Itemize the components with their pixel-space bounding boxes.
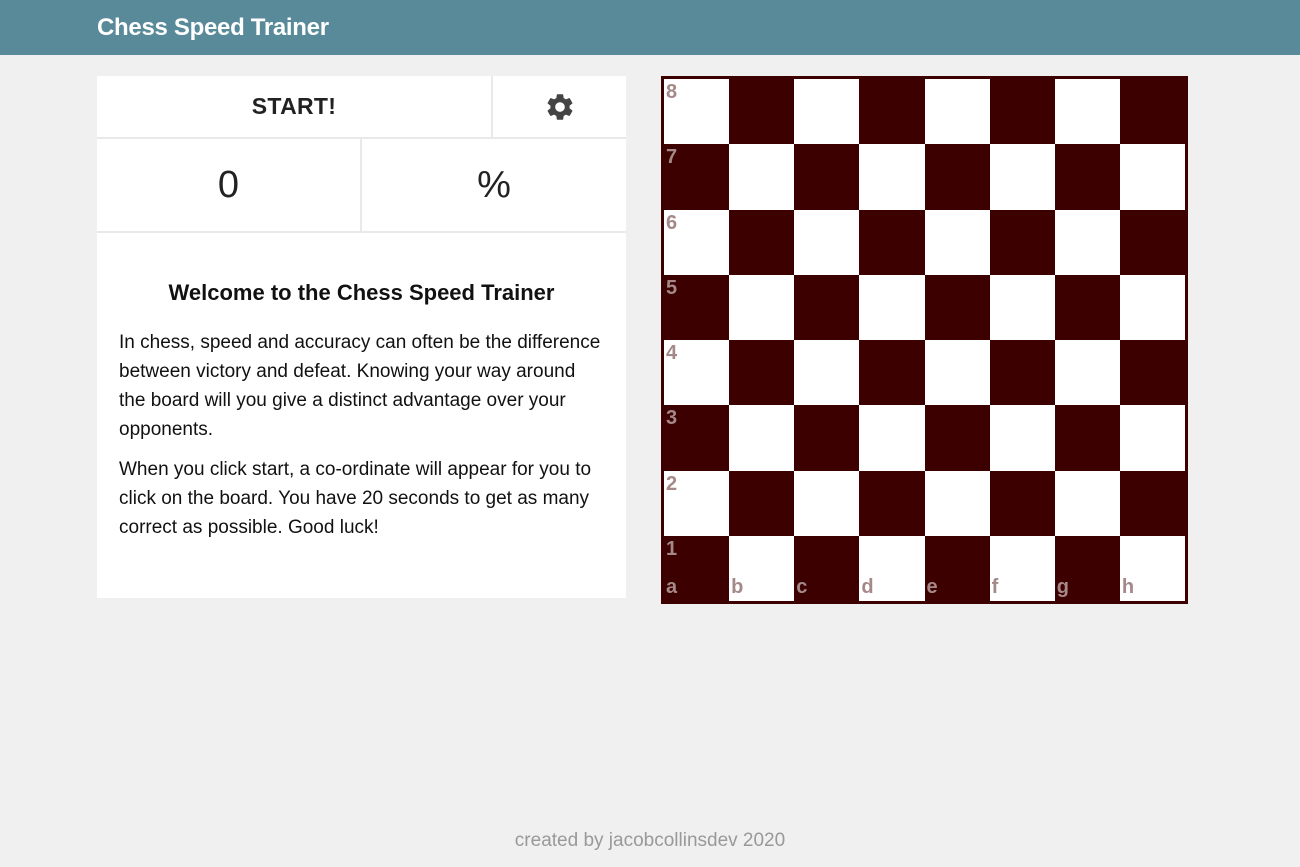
square-c3[interactable] — [794, 405, 860, 471]
square-b3[interactable] — [729, 405, 795, 471]
square-e5[interactable] — [924, 274, 990, 340]
gear-icon — [547, 93, 572, 120]
square-f2[interactable] — [989, 470, 1055, 536]
rank-label: 6 — [666, 211, 678, 234]
board-grid: 87654321abcdefgh — [664, 79, 1185, 601]
square-c8[interactable] — [794, 79, 860, 145]
accuracy-display: % — [362, 139, 626, 231]
square-c1[interactable]: c — [794, 535, 860, 601]
square-e2[interactable] — [924, 470, 990, 536]
square-a5[interactable]: 5 — [664, 274, 730, 340]
square-a7[interactable]: 7 — [664, 144, 730, 210]
square-d5[interactable] — [859, 274, 925, 340]
square-b4[interactable] — [729, 340, 795, 406]
file-label: h — [1121, 576, 1135, 598]
square-a2[interactable]: 2 — [664, 470, 730, 536]
rank-label: 8 — [666, 81, 678, 103]
square-h7[interactable] — [1119, 144, 1185, 210]
square-g3[interactable] — [1054, 405, 1120, 471]
file-label: d — [861, 576, 874, 598]
rank-label: 7 — [666, 146, 678, 169]
app-title: Chess Speed Trainer — [97, 14, 329, 41]
square-b6[interactable] — [729, 209, 795, 275]
start-button[interactable]: START! — [97, 76, 491, 137]
square-g1[interactable]: g — [1054, 535, 1120, 601]
square-g6[interactable] — [1054, 209, 1120, 275]
square-f6[interactable] — [989, 209, 1055, 275]
square-f4[interactable] — [989, 340, 1055, 406]
square-e8[interactable] — [924, 79, 990, 145]
square-h6[interactable] — [1119, 209, 1185, 275]
square-a4[interactable]: 4 — [664, 340, 730, 406]
square-g8[interactable] — [1054, 79, 1120, 145]
square-b8[interactable] — [729, 79, 795, 145]
square-f7[interactable] — [989, 144, 1055, 210]
square-d1[interactable]: d — [859, 535, 925, 601]
rank-label: 4 — [666, 342, 678, 364]
square-g4[interactable] — [1054, 340, 1120, 406]
square-h8[interactable] — [1119, 79, 1185, 145]
settings-button[interactable] — [493, 76, 626, 137]
square-d3[interactable] — [859, 405, 925, 471]
square-c4[interactable] — [794, 340, 860, 406]
square-f1[interactable]: f — [989, 535, 1055, 601]
square-a3[interactable]: 3 — [664, 405, 730, 471]
square-c6[interactable] — [794, 209, 860, 275]
square-c2[interactable] — [794, 470, 860, 536]
file-label: e — [926, 576, 938, 598]
file-label: f — [991, 576, 999, 598]
square-g7[interactable] — [1054, 144, 1120, 210]
square-b1[interactable]: b — [729, 535, 795, 601]
square-f8[interactable] — [989, 79, 1055, 145]
square-e1[interactable]: e — [924, 535, 990, 601]
file-label: c — [796, 576, 808, 598]
square-h4[interactable] — [1119, 340, 1185, 406]
file-label: b — [731, 576, 744, 598]
square-a6[interactable]: 6 — [664, 209, 730, 275]
square-f5[interactable] — [989, 274, 1055, 340]
square-d2[interactable] — [859, 470, 925, 536]
square-h1[interactable]: h — [1119, 535, 1185, 601]
square-d4[interactable] — [859, 340, 925, 406]
rank-label: 3 — [666, 407, 678, 430]
welcome-paragraph-2: When you click start, a co-ordinate will… — [119, 459, 592, 538]
square-g2[interactable] — [1054, 470, 1120, 536]
square-d7[interactable] — [859, 144, 925, 210]
control-panel: START! 0 % Welcome to the Chess Speed Tr… — [97, 76, 626, 598]
welcome-info: Welcome to the Chess Speed Trainer In ch… — [97, 233, 626, 598]
square-d8[interactable] — [859, 79, 925, 145]
footer-credit: created by jacobcollinsdev 2020 — [514, 830, 786, 851]
welcome-paragraph-1: In chess, speed and accuracy can often b… — [119, 332, 601, 440]
app-header: Chess Speed Trainer — [0, 0, 1300, 55]
square-c7[interactable] — [794, 144, 860, 210]
square-c5[interactable] — [794, 274, 860, 340]
square-b7[interactable] — [729, 144, 795, 210]
square-g5[interactable] — [1054, 274, 1120, 340]
square-b2[interactable] — [729, 470, 795, 536]
chess-board: 87654321abcdefgh — [661, 76, 1188, 604]
rank-label: 5 — [666, 276, 678, 299]
file-label: g — [1056, 576, 1069, 598]
square-e7[interactable] — [924, 144, 990, 210]
square-e6[interactable] — [924, 209, 990, 275]
square-h5[interactable] — [1119, 274, 1185, 340]
square-h3[interactable] — [1119, 405, 1185, 471]
rank-label: 2 — [666, 472, 678, 495]
square-f3[interactable] — [989, 405, 1055, 471]
square-b5[interactable] — [729, 274, 795, 340]
square-d6[interactable] — [859, 209, 925, 275]
score-display: 0 — [97, 139, 360, 231]
square-e4[interactable] — [924, 340, 990, 406]
square-a1[interactable]: 1a — [664, 535, 730, 601]
square-h2[interactable] — [1119, 470, 1185, 536]
square-a8[interactable]: 8 — [664, 79, 730, 145]
welcome-heading: Welcome to the Chess Speed Trainer — [168, 280, 555, 305]
square-e3[interactable] — [924, 405, 990, 471]
rank-label: 1 — [666, 537, 678, 560]
file-label: a — [666, 576, 678, 598]
